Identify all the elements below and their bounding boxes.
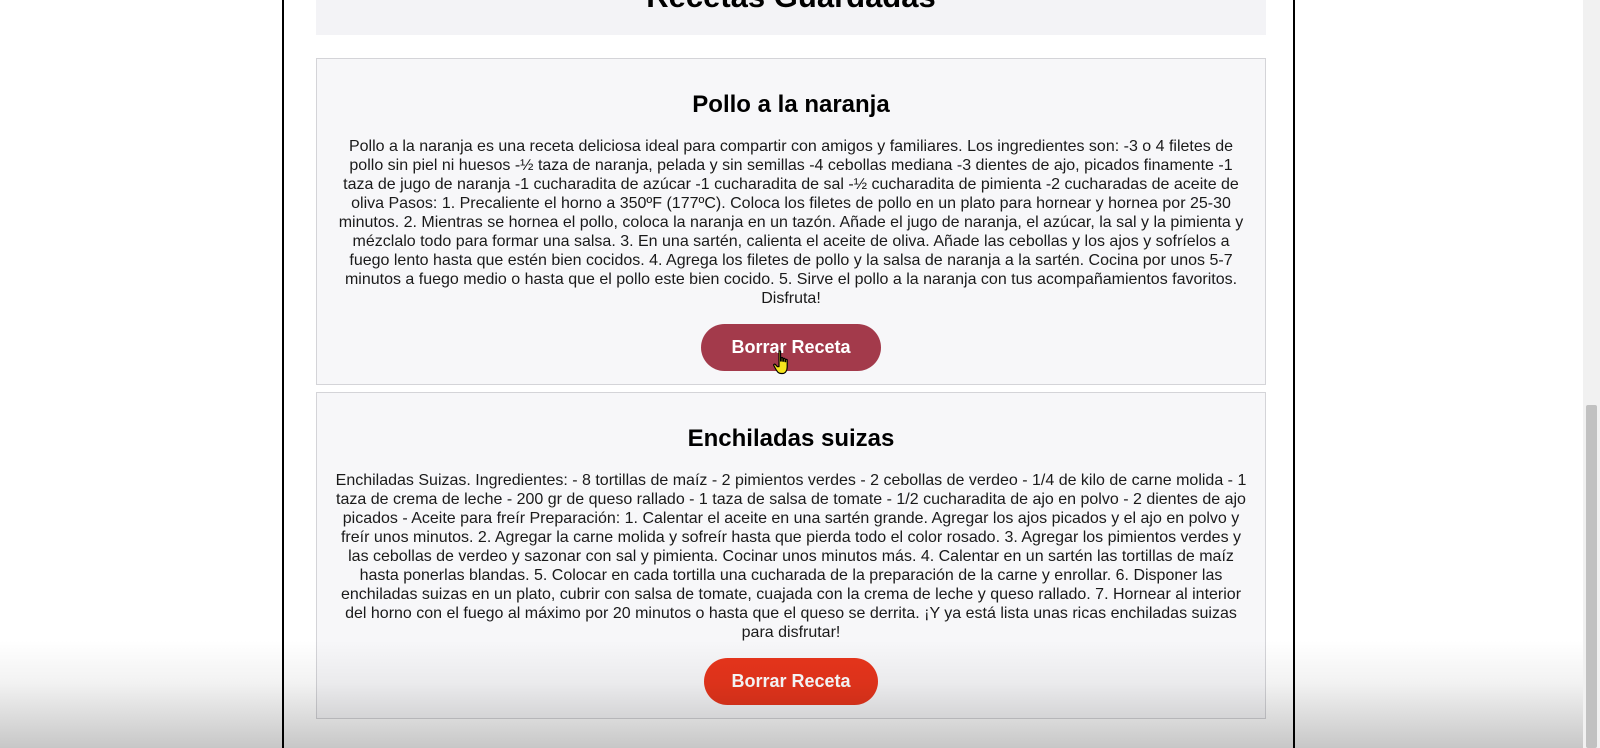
recipe-card: Enchiladas suizas Enchiladas Suizas. Ing…	[316, 392, 1266, 719]
page-title: Recetas Guardadas	[316, 0, 1266, 15]
recipe-card: Pollo a la naranja Pollo a la naranja es…	[316, 58, 1266, 385]
scrollbar-thumb[interactable]	[1586, 405, 1597, 748]
right-margin	[1295, 0, 1555, 748]
page: Recetas Guardadas Pollo a la naranja Pol…	[0, 0, 1600, 748]
page-header: Recetas Guardadas	[316, 0, 1266, 35]
hand-pointer-icon	[773, 350, 788, 375]
recipe-title: Enchiladas suizas	[687, 425, 895, 452]
recipe-description: Pollo a la naranja es una receta delicio…	[338, 138, 1244, 307]
recipe-description: Enchiladas Suizas. Ingredientes: - 8 tor…	[335, 472, 1247, 641]
vertical-scrollbar[interactable]	[1583, 0, 1600, 748]
delete-recipe-button[interactable]: Borrar Receta	[704, 658, 878, 705]
recipe-title: Pollo a la naranja	[692, 91, 890, 118]
